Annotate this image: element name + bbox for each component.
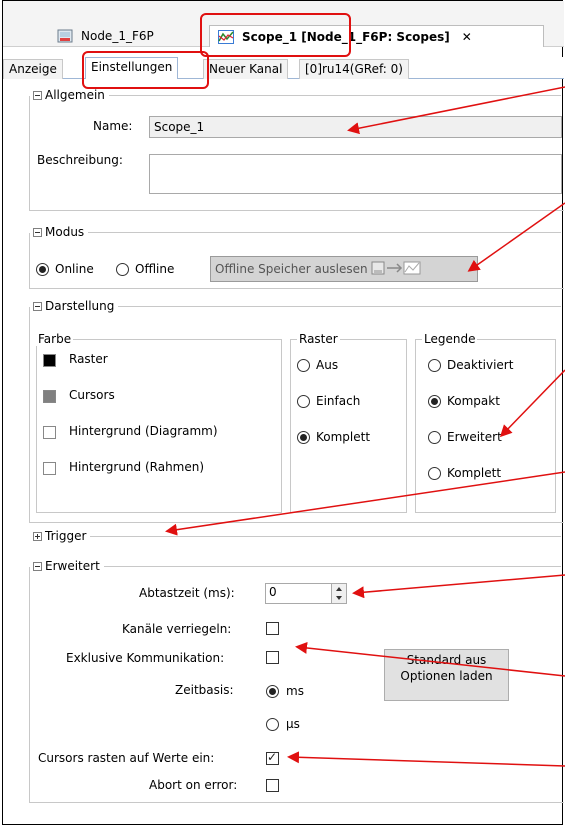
scope-icon [218,29,234,44]
online-label: Online [55,262,94,276]
offline-label: Offline [135,262,175,276]
beschreibung-field[interactable] [149,154,562,194]
abtastzeit-stepper[interactable]: 0 [265,583,347,604]
tab-node[interactable]: Node_1_F6P [49,25,164,47]
raster-komplett-radio[interactable] [297,431,310,444]
tab-neuer-kanal[interactable]: Neuer Kanal [203,59,289,79]
abort-on-error-label: Abort on error: [149,778,238,792]
zeitbasis-ms-label: ms [286,684,304,698]
zeitbasis-ms-radio[interactable] [266,685,279,698]
raster-aus-label: Aus [316,358,339,372]
zeitbasis-label: Zeitbasis: [175,683,234,697]
name-label: Name: [93,119,133,133]
cursors-rasten-label: Cursors rasten auf Werte ein: [38,751,215,765]
device-icon [57,29,73,43]
legende-title: Legende [422,332,478,346]
farbe-title: Farbe [36,332,74,346]
exklusive-kommunikation-checkbox[interactable] [266,651,279,664]
zeitbasis-us-radio[interactable] [266,718,279,731]
abtastzeit-label: Abtastzeit (ms): [139,586,235,600]
tab-node-label: Node_1_F6P [81,29,154,43]
rahmen-bg-label: Hintergrund (Rahmen) [69,460,205,474]
offline-speicher-auslesen-button[interactable]: Offline Speicher auslesen [210,256,478,282]
document-tab-bar: Node_1_F6P Scope_1 [Node_1_F6P: Scopes] … [3,1,564,47]
legende-erweitert-radio[interactable] [428,431,441,444]
section-trigger-title: Trigger [45,529,87,543]
diagramm-bg-swatch[interactable] [43,426,56,439]
raster-einfach-radio[interactable] [297,395,310,408]
exklusive-kommunikation-label: Exklusive Kommunikation: [66,651,225,665]
kanaele-verriegeln-checkbox[interactable] [266,622,279,635]
legende-kompakt-label: Kompakt [447,394,500,408]
abtastzeit-value: 0 [269,585,277,599]
transfer-icon [371,260,423,279]
kanaele-verriegeln-label: Kanäle verriegeln: [122,622,232,636]
tab-anzeige[interactable]: Anzeige [3,59,63,79]
raster-einfach-label: Einfach [316,394,361,408]
zeitbasis-us-label: μs [286,717,300,731]
section-trigger[interactable]: Trigger [33,529,561,543]
scope-settings-window: Node_1_F6P Scope_1 [Node_1_F6P: Scopes] … [2,0,564,825]
tab-einstellungen[interactable]: Einstellungen [85,57,179,79]
tab-channel-ru14[interactable]: [0]ru14(GRef: 0) [299,59,409,79]
tab-scope-label: Scope_1 [Node_1_F6P: Scopes] [242,29,450,44]
offline-radio[interactable] [116,263,129,276]
offline-speicher-auslesen-label: Offline Speicher auslesen [215,262,368,276]
raster-aus-radio[interactable] [297,359,310,372]
raster-title: Raster [297,332,340,346]
rahmen-bg-swatch[interactable] [43,462,56,475]
legende-erweitert-label: Erweitert [447,430,502,444]
tab-scope[interactable]: Scope_1 [Node_1_F6P: Scopes] ✕ [209,25,544,47]
separator [90,535,561,537]
raster-color-swatch[interactable] [43,354,56,367]
legende-komplett-radio[interactable] [428,467,441,480]
raster-komplett-label: Komplett [316,430,371,444]
expand-icon [33,531,42,541]
legende-deaktiviert-radio[interactable] [428,359,441,372]
legende-kompakt-radio[interactable] [428,395,441,408]
cursors-color-swatch[interactable] [43,390,56,403]
beschreibung-label: Beschreibung: [37,153,123,167]
legende-deaktiviert-label: Deaktiviert [447,358,514,372]
legende-komplett-label: Komplett [447,466,502,480]
raster-color-label: Raster [69,352,108,366]
close-icon[interactable]: ✕ [462,30,472,44]
abort-on-error-checkbox[interactable] [266,779,279,792]
name-field[interactable]: Scope_1 [149,116,562,138]
standard-aus-optionen-laden-button[interactable]: Standard aus Optionen laden [384,649,509,701]
settings-tab-strip: Anzeige Einstellungen Neuer Kanal [0]ru1… [3,57,564,79]
cursors-rasten-checkbox[interactable] [266,750,279,765]
online-radio[interactable] [36,263,49,276]
spinner-arrows-icon[interactable] [331,584,346,603]
cursors-color-label: Cursors [69,388,115,402]
diagramm-bg-label: Hintergrund (Diagramm) [69,424,218,438]
